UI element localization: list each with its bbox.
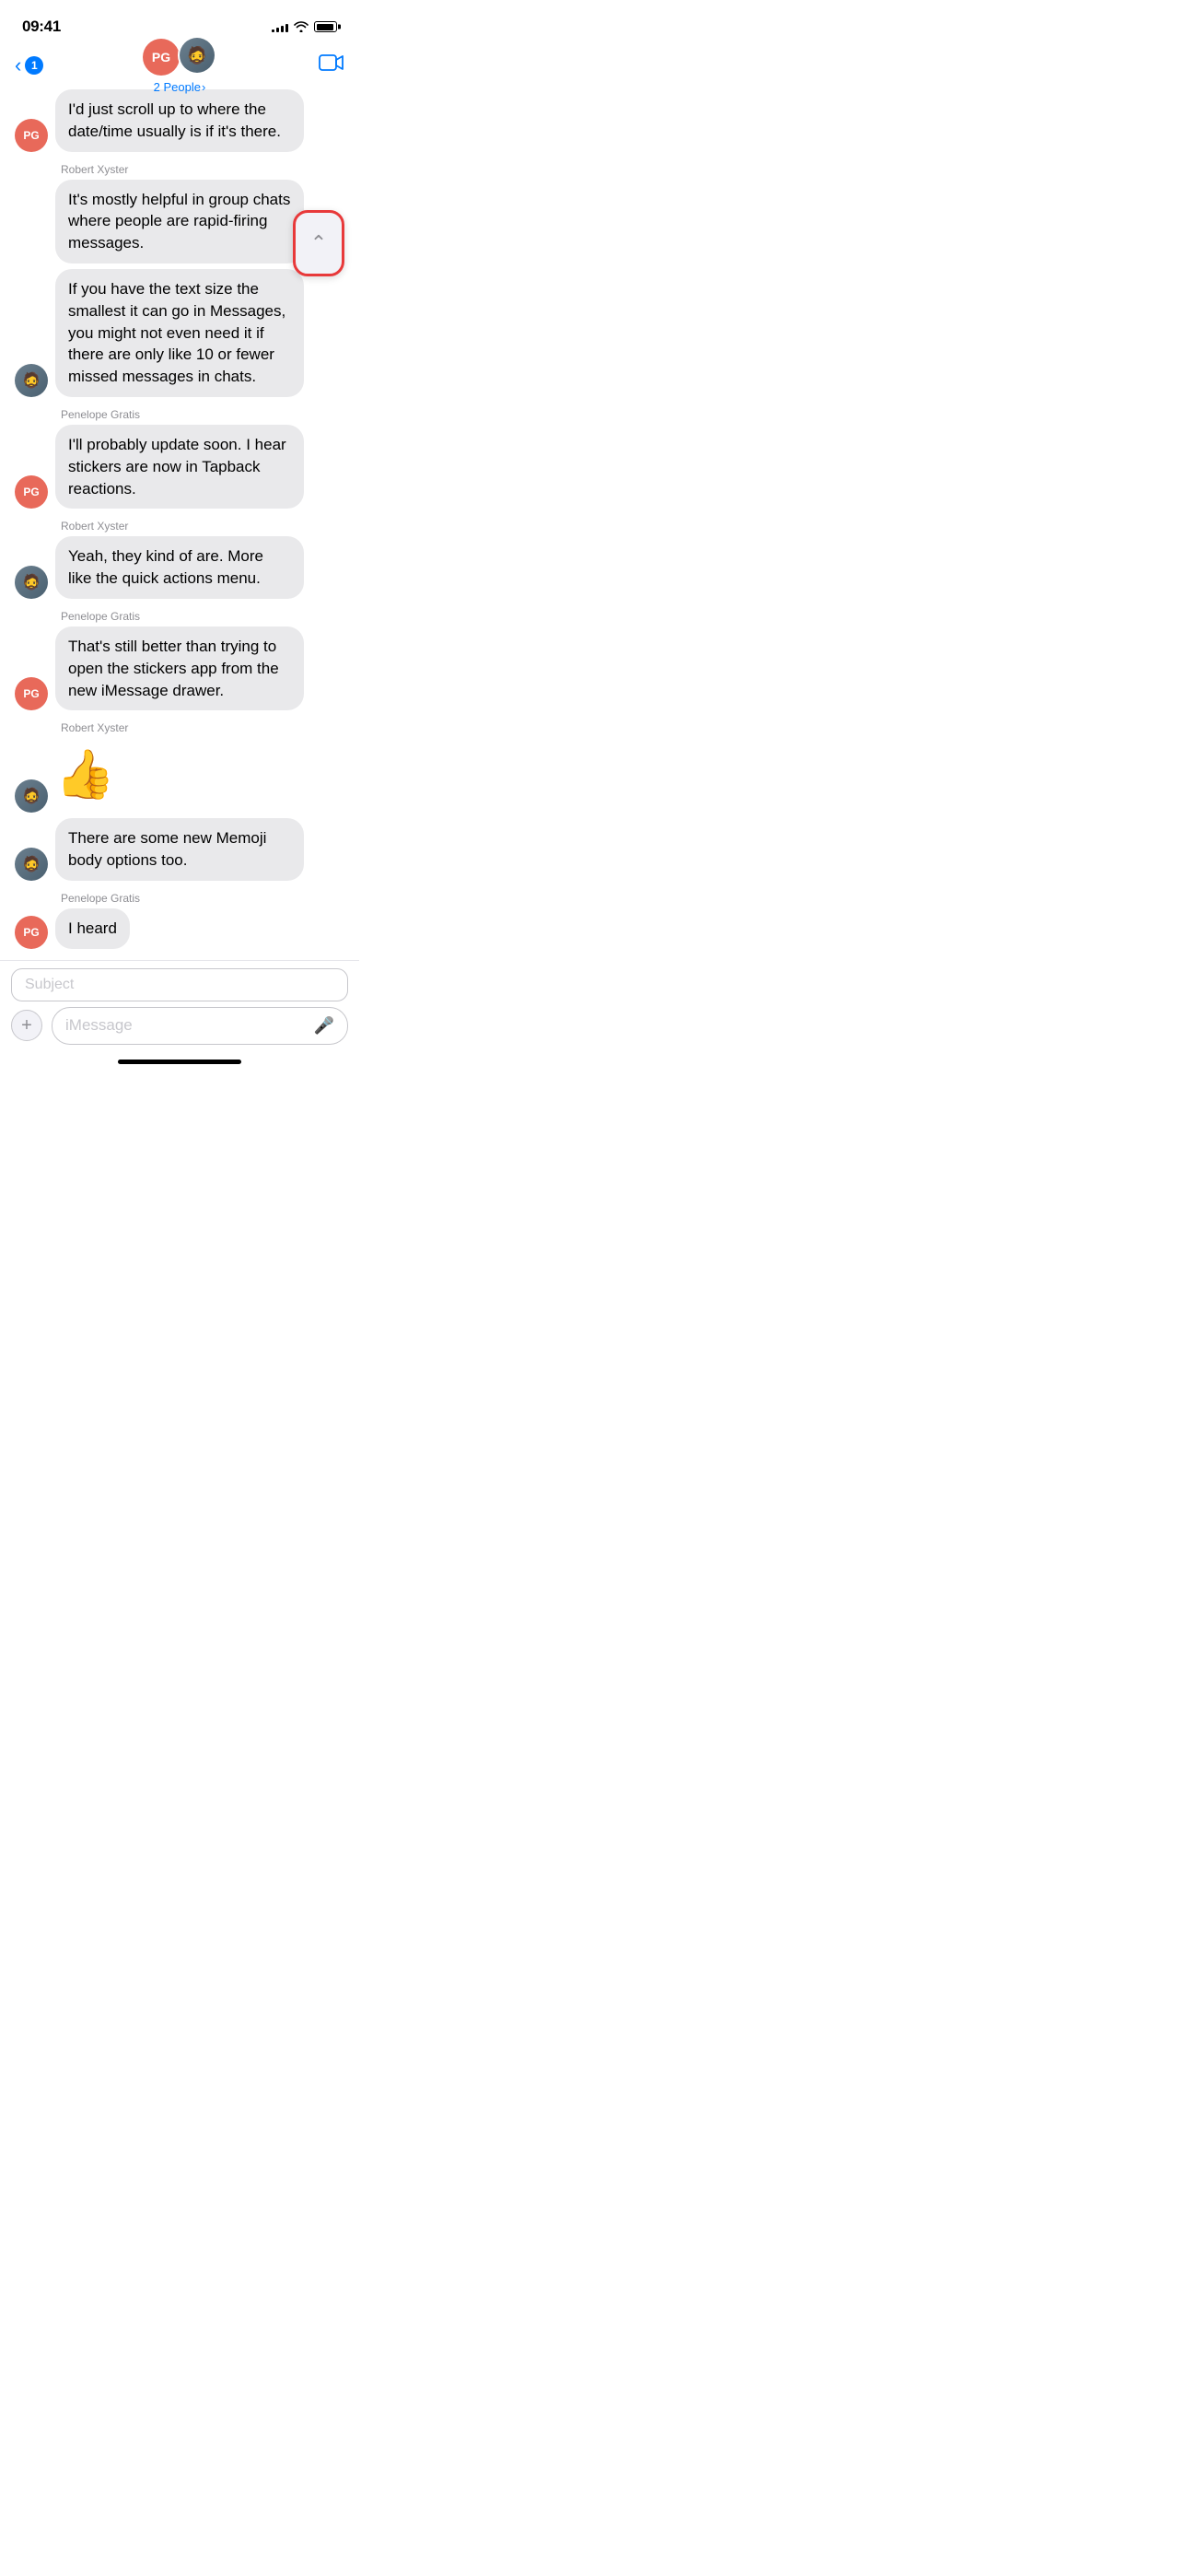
avatar-rx-small: 🧔 <box>15 779 48 813</box>
sender-label: Robert Xyster <box>61 721 344 734</box>
home-indicator <box>0 1052 359 1068</box>
status-icons <box>272 21 337 32</box>
message-row: Penelope Gratis PG I heard <box>0 884 359 951</box>
avatar-pg-small: PG <box>15 475 48 509</box>
message-bubble-emoji: 👍 <box>55 738 115 813</box>
message-row: 🧔 If you have the text size the smallest… <box>0 267 359 399</box>
message-row: Penelope Gratis PG I'll probably update … <box>0 401 359 510</box>
avatar-pg-small: PG <box>15 916 48 949</box>
avatar-pg-small: PG <box>15 677 48 710</box>
message-bubble: I'll probably update soon. I hear sticke… <box>55 425 304 509</box>
microphone-icon[interactable]: 🎤 <box>314 1016 334 1036</box>
input-area: Subject + iMessage 🎤 <box>0 960 359 1052</box>
plus-icon: + <box>21 1015 32 1036</box>
message-bubble: If you have the text size the smallest i… <box>55 269 304 397</box>
sender-label: Penelope Gratis <box>61 610 344 623</box>
nav-center[interactable]: PG 🧔 2 People › <box>143 36 216 94</box>
status-time: 09:41 <box>22 18 61 36</box>
avatars-row: PG 🧔 <box>143 36 216 78</box>
sender-label: Robert Xyster <box>61 520 344 533</box>
message-placeholder: iMessage <box>65 1016 133 1035</box>
avatar-rx-small: 🧔 <box>15 848 48 881</box>
avatar-pg-small: PG <box>15 119 48 152</box>
back-badge: 1 <box>25 56 43 75</box>
battery-icon <box>314 21 337 32</box>
home-bar <box>118 1060 241 1064</box>
avatar-rx: 🧔 <box>178 36 216 75</box>
nav-people-label[interactable]: 2 People › <box>154 80 206 94</box>
subject-field[interactable]: Subject <box>11 968 348 1001</box>
back-chevron-icon: ‹ <box>15 55 21 76</box>
message-row: Robert Xyster 🧔 Yeah, they kind of are. … <box>0 512 359 601</box>
sender-label: Penelope Gratis <box>61 408 344 421</box>
avatar-rx-small: 🧔 <box>15 566 48 599</box>
message-bubble: I'd just scroll up to where the date/tim… <box>55 89 304 152</box>
sender-label: Penelope Gratis <box>61 892 344 905</box>
video-call-button[interactable] <box>319 53 344 76</box>
message-input[interactable]: iMessage 🎤 <box>52 1007 348 1045</box>
message-row: Penelope Gratis PG That's still better t… <box>0 603 359 712</box>
avatar-rx-small: 🧔 <box>15 364 48 397</box>
message-bubble: It's mostly helpful in group chats where… <box>55 180 304 263</box>
sender-label: Robert Xyster <box>61 163 344 176</box>
signal-icon <box>272 21 288 32</box>
message-bubble: There are some new Memoji body options t… <box>55 818 304 881</box>
message-bubble: Yeah, they kind of are. More like the qu… <box>55 536 304 599</box>
subject-placeholder: Subject <box>25 977 74 992</box>
scroll-up-chevron-icon: ⌃ <box>310 231 327 255</box>
avatar-pg: PG <box>143 39 180 76</box>
message-row: 🧔 There are some new Memoji body options… <box>0 816 359 883</box>
add-attachment-button[interactable]: + <box>11 1010 42 1041</box>
wifi-icon <box>294 21 309 32</box>
nav-bar: ‹ 1 PG 🧔 2 People › <box>0 46 359 88</box>
message-input-row: + iMessage 🎤 <box>11 1007 348 1045</box>
scroll-up-button[interactable]: ⌃ <box>293 210 344 276</box>
back-button[interactable]: ‹ 1 <box>15 55 43 76</box>
message-bubble: That's still better than trying to open … <box>55 626 304 710</box>
message-row: PG I'd just scroll up to where the date/… <box>0 88 359 154</box>
message-bubble: I heard <box>55 908 130 949</box>
message-row: Robert Xyster 🧔 👍 <box>0 714 359 814</box>
